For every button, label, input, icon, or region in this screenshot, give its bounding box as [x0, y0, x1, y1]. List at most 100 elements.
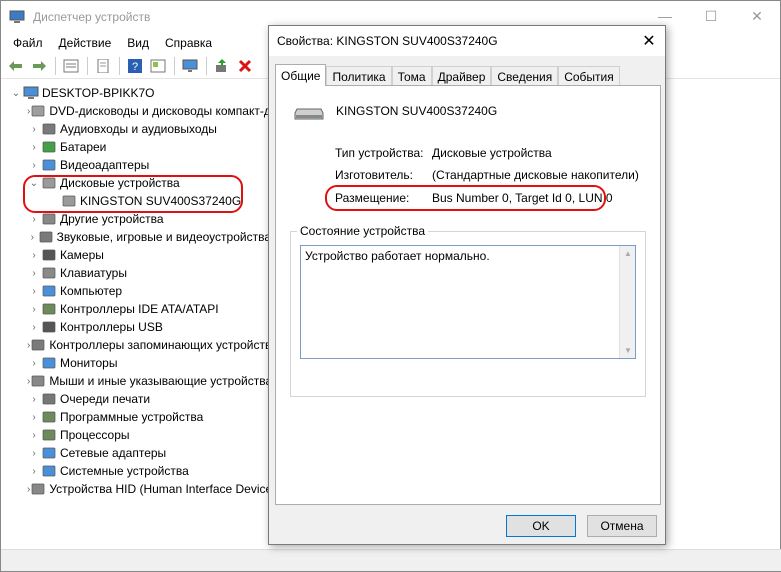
tree-category[interactable]: › Компьютер	[1, 282, 271, 300]
view-icon[interactable]	[147, 55, 169, 77]
tree-root-label: DESKTOP-BPIKK7O	[42, 86, 155, 100]
tree-category[interactable]: › Другие устройства	[1, 210, 271, 228]
device-tree: ⌄ DESKTOP-BPIKK7O › DVD-дисководы и диско…	[1, 81, 302, 551]
disk-drive-icon	[41, 176, 57, 190]
document-icon[interactable]	[92, 55, 114, 77]
back-icon[interactable]	[5, 55, 27, 77]
disk-drive-icon	[61, 194, 77, 208]
properties-list-icon[interactable]	[60, 55, 82, 77]
expand-chevron-icon[interactable]: ›	[27, 466, 41, 477]
tree-category[interactable]: › Системные устройства	[1, 462, 271, 480]
tree-category[interactable]: › Мыши и иные указывающие устройства	[1, 372, 272, 390]
tab-general[interactable]: Общие	[275, 64, 327, 86]
tab-policy[interactable]: Политика	[326, 66, 392, 86]
expand-chevron-icon[interactable]: ›	[27, 448, 41, 459]
device-type-value: Дисковые устройства	[432, 146, 552, 160]
tab-details[interactable]: Сведения	[491, 66, 559, 86]
system-icon	[41, 464, 57, 478]
tree-category[interactable]: › Контроллеры запоминающих устройств	[1, 336, 271, 354]
general-tab-panel: KINGSTON SUV400S37240G Тип устройства: Д…	[275, 85, 661, 505]
tab-strip: Общие Политика Тома Драйвер Сведения Соб…	[275, 64, 620, 86]
device-status-text: Устройство работает нормально.	[305, 249, 490, 263]
disk-drive-icon	[294, 108, 324, 120]
forward-icon[interactable]	[28, 55, 50, 77]
dialog-title: Свойства: KINGSTON SUV400S37240G	[277, 34, 498, 48]
cancel-button[interactable]: Отмена	[587, 515, 657, 537]
expand-chevron-icon[interactable]: ›	[27, 358, 41, 369]
expand-chevron-icon[interactable]: ›	[27, 124, 41, 135]
printer-icon	[41, 392, 57, 406]
expand-chevron-icon[interactable]: ›	[27, 250, 41, 261]
expand-chevron-icon[interactable]: ›	[27, 394, 41, 405]
tab-events[interactable]: События	[558, 66, 620, 86]
expand-chevron-icon[interactable]: ›	[27, 142, 41, 153]
mouse-icon	[30, 374, 46, 388]
tree-item-label: DVD-дисководы и дисководы компакт-дисков	[49, 104, 302, 118]
ok-button[interactable]: OK	[506, 515, 576, 537]
tree-category[interactable]: › Клавиатуры	[1, 264, 271, 282]
tree-category[interactable]: ⌄ Дисковые устройства	[1, 174, 271, 192]
device-type-label: Тип устройства:	[335, 146, 424, 160]
dialog-close-button[interactable]: ✕	[633, 26, 665, 56]
tree-category[interactable]: › Программные устройства	[1, 408, 271, 426]
scroll-up-icon[interactable]: ▲	[624, 249, 632, 258]
expand-chevron-icon[interactable]: ›	[27, 430, 41, 441]
tab-driver[interactable]: Драйвер	[431, 66, 492, 86]
cpu-icon	[41, 428, 57, 442]
expand-chevron-icon[interactable]: ›	[27, 412, 41, 423]
expand-chevron-icon[interactable]: ›	[27, 160, 41, 171]
expand-chevron-icon[interactable]: ›	[27, 286, 41, 297]
dialog-title-bar: Свойства: KINGSTON SUV400S37240G	[269, 26, 665, 56]
manufacturer-value: (Стандартные дисковые накопители)	[432, 168, 639, 182]
tree-item-label: Компьютер	[60, 284, 123, 298]
collapse-chevron-icon[interactable]: ⌄	[9, 88, 23, 99]
tree-category[interactable]: › Очереди печати	[1, 390, 271, 408]
tree-item-label: Процессоры	[60, 428, 130, 442]
expand-chevron-icon[interactable]: ›	[27, 268, 41, 279]
tree-category[interactable]: › Камеры	[1, 246, 271, 264]
remove-device-icon[interactable]	[234, 55, 256, 77]
tree-category[interactable]: › DVD-дисководы и дисководы компакт-диско…	[1, 102, 302, 120]
monitor-icon	[41, 356, 57, 370]
status-scrollbar[interactable]: ▲ ▼	[619, 246, 635, 358]
tree-category[interactable]: › Аудиовходы и аудиовыходы	[1, 120, 271, 138]
tree-item-label: Контроллеры IDE ATA/ATAPI	[60, 302, 219, 316]
hid-icon	[30, 482, 46, 496]
tree-category[interactable]: › Звуковые, игровые и видеоустройства	[1, 228, 271, 246]
expand-chevron-icon[interactable]: ›	[27, 214, 41, 225]
menu-help[interactable]: Справка	[157, 36, 220, 50]
collapse-chevron-icon[interactable]: ⌄	[27, 178, 41, 189]
expand-chevron-icon[interactable]: ›	[27, 304, 41, 315]
tree-child-item[interactable]: KINGSTON SUV400S37240G	[1, 192, 271, 210]
tree-category[interactable]: › Процессоры	[1, 426, 271, 444]
svg-text:?: ?	[132, 61, 138, 73]
help-icon[interactable]: ?	[124, 55, 146, 77]
scroll-down-icon[interactable]: ▼	[624, 346, 632, 355]
menu-action[interactable]: Действие	[51, 36, 120, 50]
tab-volumes[interactable]: Тома	[391, 66, 432, 86]
tree-root[interactable]: ⌄ DESKTOP-BPIKK7O	[1, 84, 271, 102]
tree-item-label: Системные устройства	[60, 464, 189, 478]
tree-category[interactable]: › Устройства HID (Human Interface Devices…	[1, 480, 282, 498]
tree-item-label: Сетевые адаптеры	[60, 446, 167, 460]
menu-file[interactable]: Файл	[5, 36, 51, 50]
tree-item-label: Звуковые, игровые и видеоустройства	[56, 230, 271, 244]
menu-view[interactable]: Вид	[119, 36, 157, 50]
tree-category[interactable]: › Контроллеры IDE ATA/ATAPI	[1, 300, 271, 318]
tree-item-label: Другие устройства	[60, 212, 164, 226]
close-window-button[interactable]: ✕	[734, 1, 780, 31]
device-status-textbox[interactable]: Устройство работает нормально. ▲ ▼	[300, 245, 636, 359]
tree-item-label: Мониторы	[60, 356, 118, 370]
tree-category[interactable]: › Мониторы	[1, 354, 271, 372]
ide-icon	[41, 302, 57, 316]
tree-category[interactable]: › Батареи	[1, 138, 271, 156]
tree-category[interactable]: › Видеоадаптеры	[1, 156, 271, 174]
expand-chevron-icon[interactable]: ›	[27, 322, 41, 333]
update-driver-icon[interactable]	[211, 55, 233, 77]
monitor-icon[interactable]	[179, 55, 201, 77]
tree-category[interactable]: › Контроллеры USB	[1, 318, 271, 336]
expand-chevron-icon[interactable]: ›	[27, 232, 38, 243]
maximize-button[interactable]: ☐	[688, 1, 734, 31]
tree-category[interactable]: › Сетевые адаптеры	[1, 444, 271, 462]
camera-icon	[41, 248, 57, 262]
